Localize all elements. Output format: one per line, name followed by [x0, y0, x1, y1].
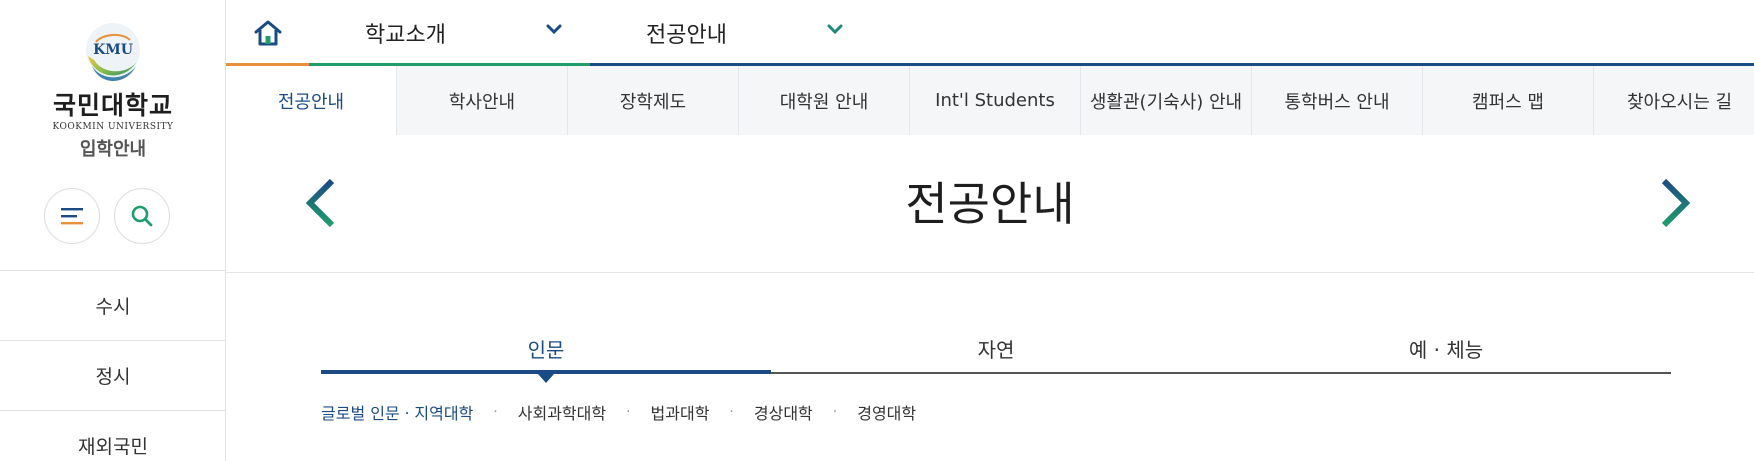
dropdown-major-guide-label: 전공안내: [646, 23, 727, 48]
tab-directions[interactable]: 찾아오시는 길: [1594, 66, 1754, 135]
home-icon: [254, 20, 281, 46]
tab-academic-info[interactable]: 학사안내: [397, 66, 568, 135]
tab-natural-science[interactable]: 자연: [771, 330, 1221, 372]
sidebar-item-jeongsi[interactable]: 정시: [0, 341, 226, 411]
separator-dot: ·: [729, 404, 734, 420]
search-icon: [131, 205, 153, 227]
logo-name-korean: 국민대학교: [52, 91, 173, 120]
tab-dormitory[interactable]: 생활관(기숙사) 안내: [1081, 66, 1252, 135]
page-title: 전공안내: [905, 177, 1075, 231]
college-link-social-science[interactable]: 사회과학대학: [518, 400, 606, 424]
separator-dot: ·: [493, 404, 498, 420]
home-button[interactable]: [226, 0, 309, 66]
dropdown-school-intro-underline: [309, 63, 590, 66]
college-link-business[interactable]: 경영대학: [857, 400, 916, 424]
tab-graduate-school[interactable]: 대학원 안내: [739, 66, 910, 135]
tab-scholarship[interactable]: 장학제도: [568, 66, 739, 135]
dropdown-school-intro[interactable]: 학교소개: [309, 0, 590, 66]
separator-dot: ·: [832, 404, 838, 420]
chevron-down-icon: [546, 24, 562, 35]
tab-major-guide[interactable]: 전공안내: [226, 66, 397, 135]
home-underline: [226, 63, 309, 66]
sidebar-item-susi[interactable]: 수시: [0, 271, 226, 341]
sidebar-item-overseas[interactable]: 재외국민: [0, 411, 226, 461]
chevron-right-icon[interactable]: [1656, 175, 1696, 231]
tab-natural-science-label: 자연: [977, 338, 1015, 362]
tab-shuttle-bus[interactable]: 통학버스 안내: [1252, 66, 1423, 135]
chevron-down-icon: [827, 24, 843, 35]
menu-button[interactable]: [44, 188, 100, 244]
college-link-law[interactable]: 법과대학: [651, 400, 710, 424]
college-link-economics[interactable]: 경상대학: [754, 400, 813, 424]
college-links: 글로벌 인문ㆍ지역대학 · 사회과학대학 · 법과대학 · 경상대학 · 경영대…: [321, 400, 916, 424]
sidebar-menu: 수시 정시 재외국민: [0, 270, 226, 461]
sidebar: KMU 국민대학교 KOOKMIN UNIVERSITY 입학안내 수시 정시 …: [0, 0, 226, 461]
dropdown-major-guide[interactable]: 전공안내: [590, 0, 871, 66]
kmu-emblem-icon: KMU: [86, 23, 140, 81]
tab-arts-sports[interactable]: 예 · 체능: [1221, 330, 1671, 372]
tab-intl-students[interactable]: Int'l Students: [910, 66, 1081, 135]
tab-humanities[interactable]: 인문: [321, 330, 771, 383]
dropdown-school-intro-label: 학교소개: [365, 23, 446, 48]
tab-humanities-label: 인문: [527, 338, 565, 362]
sub-tabs: 전공안내 학사안내 장학제도 대학원 안내 Int'l Students 생활관…: [226, 66, 1754, 135]
active-tab-pointer-icon: [538, 374, 554, 383]
college-link-global-humanities[interactable]: 글로벌 인문ㆍ지역대학: [321, 400, 473, 424]
page-header: 전공안내: [226, 135, 1754, 273]
svg-text:KMU: KMU: [93, 42, 133, 58]
university-logo[interactable]: KMU 국민대학교 KOOKMIN UNIVERSITY 입학안내: [0, 20, 226, 161]
logo-subtitle: 입학안내: [79, 139, 147, 160]
search-button[interactable]: [114, 188, 170, 244]
sidebar-action-buttons: [44, 188, 170, 244]
separator-dot: ·: [626, 404, 631, 420]
top-navigation: 학교소개 전공안내: [226, 0, 1754, 66]
tab-arts-sports-label: 예 · 체능: [1408, 338, 1484, 362]
logo-name-english: KOOKMIN UNIVERSITY: [52, 122, 174, 132]
category-tabs: 인문 자연 예 · 체능: [321, 330, 1671, 383]
menu-icon: [61, 208, 83, 225]
tab-campus-map[interactable]: 캠퍼스 맵: [1423, 66, 1594, 135]
